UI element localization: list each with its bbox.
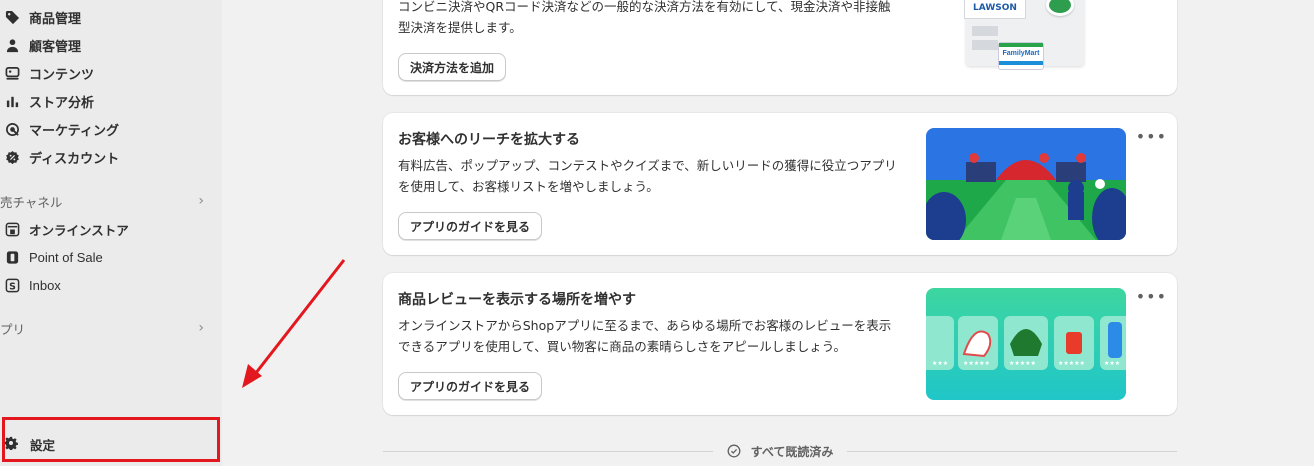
chevron-right-icon: ›	[198, 193, 204, 209]
reach-customers-card: お客様へのリーチを拡大する 有料広告、ポップアップ、コンテストやクイズまで、新し…	[383, 113, 1177, 255]
svg-text:★★★: ★★★	[932, 360, 948, 367]
sidebar-item-analytics[interactable]: ストア分析	[4, 89, 94, 113]
sidebar-item-label: コンテンツ	[29, 67, 95, 83]
sidebar-item-discounts[interactable]: ディスカウント	[4, 145, 119, 169]
svg-text:★★★: ★★★	[1104, 360, 1120, 367]
target-icon	[4, 121, 20, 137]
sidebar-item-label: 顧客管理	[29, 39, 82, 55]
section-label: プリ	[0, 321, 26, 337]
more-actions-icon[interactable]: •••	[1136, 287, 1167, 306]
sidebar: 商品管理 顧客管理 コンテンツ ストア分析 マーケティング ディスカウント 売チ…	[0, 0, 222, 466]
all-read-label: すべて既読済み	[750, 444, 834, 459]
sales-channels-header[interactable]: 売チャネル ›	[0, 191, 210, 211]
card-title: 商品レビューを表示する場所を増やす	[398, 292, 636, 308]
view-app-guide-button[interactable]: アプリのガイドを見る	[398, 372, 543, 400]
familymart-sign: FamilyMart	[1002, 50, 1040, 57]
sidebar-item-label: オンラインストア	[29, 222, 129, 238]
chevron-right-icon: ›	[198, 320, 204, 336]
sidebar-item-label: Inbox	[29, 277, 61, 293]
reach-illustration	[926, 128, 1126, 240]
sidebar-item-label: ディスカウント	[29, 151, 120, 167]
card-title: お客様へのリーチを拡大する	[398, 132, 580, 148]
sidebar-item-label: マーケティング	[29, 123, 119, 139]
person-icon	[4, 37, 20, 53]
inbox-icon: S	[4, 277, 20, 293]
sidebar-item-online-store[interactable]: オンラインストア	[4, 217, 129, 241]
sidebar-item-label: Point of Sale	[29, 249, 103, 265]
tag-icon	[4, 9, 20, 25]
add-payment-method-button[interactable]: 決済方法を追加	[398, 53, 507, 81]
svg-text:★★★★★: ★★★★★	[1058, 360, 1085, 367]
sidebar-item-label: 商品管理	[29, 11, 82, 27]
sidebar-item-pos[interactable]: Point of Sale	[4, 245, 103, 269]
product-reviews-card: 商品レビューを表示する場所を増やす オンラインストアからShopアプリに至るまで…	[383, 273, 1177, 415]
all-read-divider: すべて既読済み	[383, 441, 1177, 461]
card-description: オンラインストアからShopアプリに至るまで、あらゆる場所でお客様のレビューを表…	[398, 318, 892, 354]
store-icon	[4, 221, 20, 237]
discount-icon	[4, 149, 20, 165]
check-circle-icon	[727, 444, 741, 458]
sidebar-item-label: ストア分析	[29, 95, 95, 111]
svg-text:★★★★★: ★★★★★	[963, 360, 990, 367]
pos-icon	[4, 249, 20, 265]
bar-chart-icon	[4, 93, 20, 109]
lawson-sign: LAWSON	[964, 0, 1026, 19]
payment-methods-card: コンビニ決済やQRコード決済などの一般的な決済方法を有効にして、現金決済や非接触…	[383, 0, 1177, 95]
sidebar-item-inbox[interactable]: S Inbox	[4, 273, 61, 297]
more-actions-icon[interactable]: •••	[1136, 127, 1167, 146]
reviews-illustration: ★★★ ★★★★★ ★★★★★ ★★★★★ ★★★	[926, 288, 1126, 400]
svg-text:★★★★★: ★★★★★	[1009, 360, 1036, 367]
apps-header[interactable]: プリ ›	[0, 318, 210, 338]
section-label: 売チャネル	[0, 194, 63, 210]
settings-highlight-box	[2, 417, 220, 462]
sidebar-item-products[interactable]: 商品管理	[4, 5, 81, 29]
sidebar-item-content[interactable]: コンテンツ	[4, 61, 94, 85]
svg-text:S: S	[9, 281, 16, 292]
content-icon	[4, 65, 20, 81]
card-description: コンビニ決済やQRコード決済などの一般的な決済方法を有効にして、現金決済や非接触…	[398, 0, 891, 35]
sidebar-item-marketing[interactable]: マーケティング	[4, 117, 119, 141]
annotation-arrow	[242, 259, 346, 388]
view-app-guide-button[interactable]: アプリのガイドを見る	[398, 212, 543, 240]
sidebar-item-customers[interactable]: 顧客管理	[4, 33, 81, 57]
card-description: 有料広告、ポップアップ、コンテストやクイズまで、新しいリードの獲得に役立つアプリ…	[398, 158, 897, 194]
convenience-store-illustration: LAWSON FamilyMart	[964, 0, 1096, 72]
